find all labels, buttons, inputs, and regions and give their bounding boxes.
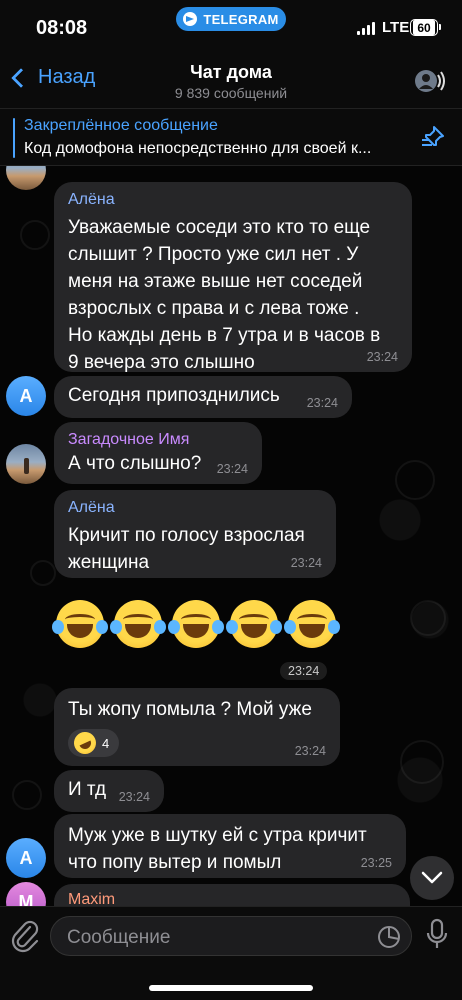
scroll-to-bottom-button[interactable] bbox=[410, 856, 454, 900]
message-bubble[interactable]: И тд 23:24 bbox=[54, 770, 164, 812]
network-type: LTE bbox=[382, 19, 410, 36]
message-bubble[interactable]: Загадочное Имя А что слышно? 23:24 bbox=[54, 422, 262, 484]
chat-title[interactable]: Чат дома bbox=[0, 62, 462, 83]
message-bubble[interactable]: Алёна Уважаемые соседи это кто то еще сл… bbox=[54, 182, 412, 373]
signal-icon bbox=[357, 22, 375, 35]
message-time: 23:24 bbox=[290, 556, 322, 570]
message-text: Сегодня припозднились bbox=[68, 385, 280, 406]
sender-name[interactable]: Алёна bbox=[68, 498, 322, 518]
message-input-bar: Сообщение bbox=[0, 906, 462, 1000]
message-input[interactable]: Сообщение bbox=[50, 916, 412, 956]
message-input-placeholder: Сообщение bbox=[67, 927, 171, 948]
rofl-emoji-icon bbox=[70, 728, 100, 758]
message-time: 23:24 bbox=[306, 396, 338, 410]
message-time: 23:24 bbox=[280, 662, 328, 680]
paperclip-icon[interactable] bbox=[10, 917, 40, 953]
tears-of-joy-emoji bbox=[284, 600, 340, 648]
reaction-chip[interactable]: 4 bbox=[68, 728, 120, 758]
battery-nub bbox=[439, 24, 441, 30]
message-line: 9 вечера это слышно bbox=[68, 352, 255, 373]
message-line: Но кажды день в 7 утра и в часов в bbox=[68, 325, 381, 346]
chat-subtitle: 9 839 сообщений bbox=[174, 85, 288, 101]
message-time: 23:24 bbox=[366, 350, 398, 364]
sender-name[interactable]: Алёна bbox=[68, 190, 398, 210]
message-line: слышит ? Просто уже сил нет . У bbox=[68, 244, 359, 265]
message-line: Кричит по голосу взрослая bbox=[68, 525, 305, 546]
message-text: Муж уже в шутку ей с утра кричит что поп… bbox=[68, 822, 392, 876]
avatar-letter: A bbox=[19, 847, 33, 868]
message-text: И тд bbox=[68, 779, 107, 800]
pinned-title: Закреплённое сообщение bbox=[24, 117, 218, 134]
telegram-pill-label: TELEGRAM bbox=[203, 11, 279, 27]
sticker-icon[interactable] bbox=[377, 925, 401, 949]
telegram-pill[interactable]: TELEGRAM bbox=[176, 7, 286, 31]
battery-icon: 60 bbox=[410, 19, 438, 36]
avatar-letter: A bbox=[19, 385, 33, 406]
chevron-down-icon bbox=[421, 871, 443, 884]
message-line: женщина bbox=[68, 552, 150, 573]
message-time: 23:25 bbox=[360, 856, 392, 870]
message-line: взрослых с права и с лева тоже . bbox=[68, 298, 360, 319]
message-bubble[interactable]: Алёна Кричит по голосу взрослая женщина … bbox=[54, 490, 336, 578]
message-time: 23:24 bbox=[118, 790, 150, 804]
avatar[interactable]: A bbox=[6, 838, 46, 878]
battery-level: 60 bbox=[413, 20, 435, 35]
tears-of-joy-emoji bbox=[110, 600, 166, 648]
pinned-message[interactable]: Закреплённое сообщение Код домофона непо… bbox=[0, 108, 462, 166]
voice-chat-icon[interactable] bbox=[414, 66, 446, 96]
reaction-count: 4 bbox=[102, 735, 110, 751]
chat-header: Назад Чат дома 9 839 сообщений bbox=[0, 52, 462, 108]
message-line: меня на этаже выше нет соседей bbox=[68, 271, 363, 292]
microphone-icon[interactable] bbox=[424, 917, 450, 953]
avatar[interactable]: A bbox=[6, 376, 46, 416]
pinned-accent-bar bbox=[13, 118, 15, 158]
message-line: Уважаемые соседи это кто то еще bbox=[68, 217, 371, 238]
sender-name[interactable]: Загадочное Имя bbox=[68, 430, 248, 450]
status-bar: 08:08 TELEGRAM LTE 60 bbox=[0, 0, 462, 52]
message-line: Муж уже в шутку ей с утра кричит bbox=[68, 825, 367, 846]
pinned-list-icon[interactable] bbox=[420, 124, 446, 150]
pinned-text: Код домофона непосредственно для своей к… bbox=[24, 140, 372, 157]
message-bubble[interactable]: Сегодня припозднились 23:24 bbox=[54, 376, 352, 418]
avatar[interactable] bbox=[6, 444, 46, 484]
message-line: что попу вытер и помыл bbox=[68, 852, 282, 873]
message-text: Уважаемые соседи это кто то еще слышит ?… bbox=[68, 214, 398, 376]
message-bubble[interactable]: Муж уже в шутку ей с утра кричит что поп… bbox=[54, 814, 406, 878]
tears-of-joy-emoji bbox=[226, 600, 282, 648]
tears-of-joy-emoji bbox=[52, 600, 108, 648]
home-indicator bbox=[149, 985, 313, 991]
message-time: 23:24 bbox=[216, 462, 248, 476]
message-text: Ты жопу помыла ? Мой уже bbox=[68, 699, 312, 720]
message-bubble[interactable]: Ты жопу помыла ? Мой уже 4 23:24 bbox=[54, 688, 340, 766]
emoji-message[interactable] bbox=[52, 600, 340, 648]
message-time: 23:24 bbox=[294, 744, 326, 758]
status-time: 08:08 bbox=[36, 17, 88, 39]
telegram-icon bbox=[183, 12, 198, 26]
message-text: Кричит по голосу взрослая женщина bbox=[68, 522, 322, 576]
tears-of-joy-emoji bbox=[168, 600, 224, 648]
